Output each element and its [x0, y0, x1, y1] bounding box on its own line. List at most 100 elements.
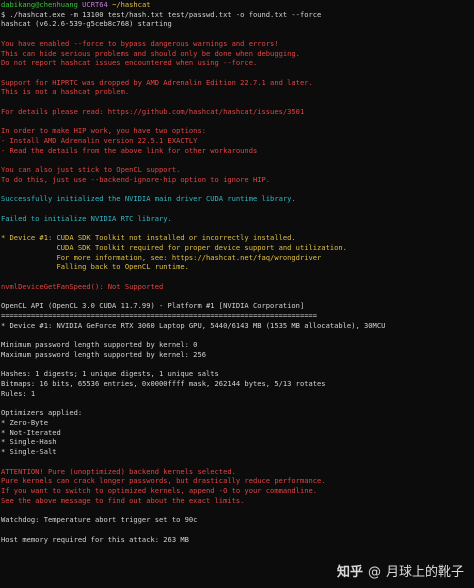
terminal-text: Failed to initialize NVIDIA RTC library. — [1, 213, 172, 223]
terminal-text: * Single-Salt — [1, 447, 57, 457]
terminal-line: Bitmaps: 16 bits, 65536 entries, 0x0000f… — [1, 379, 473, 389]
terminal-line: dabikang@chenhuang UCRT64 ~/hashcat — [1, 0, 473, 10]
terminal-line: Host memory required for this attack: 26… — [1, 535, 473, 545]
terminal-text: This is not a hashcat problem. — [1, 87, 130, 97]
terminal-line: ========================================… — [1, 311, 473, 321]
terminal-text: ~/hashcat — [112, 0, 151, 9]
terminal-text: You can also just stick to OpenCL suppor… — [1, 165, 181, 175]
terminal-line: Pure kernels can crack longer passwords,… — [1, 476, 473, 486]
terminal-text: You have enabled --force to bypass dange… — [1, 38, 279, 48]
terminal-text: Watchdog: Temperature abort trigger set … — [1, 515, 198, 525]
terminal-line: * Device #1: NVIDIA GeForce RTX 3060 Lap… — [1, 321, 473, 331]
terminal-text: In order to make HIP work, you have two … — [1, 126, 206, 136]
terminal-text: Optimizers applied: — [1, 408, 83, 418]
terminal-line: For more information, see: https://hashc… — [1, 253, 473, 263]
terminal-line: Rules: 1 — [1, 389, 473, 399]
terminal-line: This is not a hashcat problem. — [1, 87, 473, 97]
terminal-text: Do not report hashcat issues encountered… — [1, 58, 258, 68]
terminal-line: ATTENTION! Pure (unoptimized) backend ke… — [1, 467, 473, 477]
terminal-text: Host memory required for this attack: 26… — [1, 534, 189, 544]
terminal-line: $ ./hashcat.exe -m 13100 test/hash.txt t… — [1, 10, 473, 20]
terminal-line: * Single-Salt — [1, 447, 473, 457]
terminal-text: Rules: 1 — [1, 388, 36, 398]
terminal-text: If you want to switch to optimized kerne… — [1, 485, 318, 495]
terminal-line: Successfully initialized the NVIDIA main… — [1, 194, 473, 204]
terminal-line: Optimizers applied: — [1, 408, 473, 418]
terminal-line: Watchdog: Temperature abort trigger set … — [1, 515, 473, 525]
terminal-text: * Not-Iterated — [1, 427, 61, 437]
terminal-output[interactable]: dabikang@chenhuang UCRT64 ~/hashcat $ ./h… — [1, 0, 473, 588]
terminal-line: * Device #1: CUDA SDK Toolkit not instal… — [1, 233, 473, 243]
terminal-text: - Read the details from the above link f… — [1, 145, 258, 155]
terminal-line: hashcat (v6.2.6-539-g5ceb8c768) starting — [1, 19, 473, 29]
terminal-text: hashcat (v6.2.6-539-g5ceb8c768) starting — [1, 19, 172, 29]
terminal-line: OpenCL API (OpenCL 3.0 CUDA 11.7.99) - P… — [1, 301, 473, 311]
terminal-text: For more information, see: https://hashc… — [1, 252, 322, 262]
terminal-line: - Install AMD Adrenalin version 22.5.1 E… — [1, 136, 473, 146]
terminal-line: You have enabled --force to bypass dange… — [1, 39, 473, 49]
terminal-line: * Zero-Byte — [1, 418, 473, 428]
terminal-line: Do not report hashcat issues encountered… — [1, 58, 473, 68]
terminal-line: You can also just stick to OpenCL suppor… — [1, 165, 473, 175]
terminal-text: Bitmaps: 16 bits, 65536 entries, 0x0000f… — [1, 379, 326, 389]
terminal-line: nvmlDeviceGetFanSpeed(): Not Supported — [1, 282, 473, 292]
terminal-text: For details please read: https://github.… — [1, 106, 305, 116]
terminal-line: In order to make HIP work, you have two … — [1, 126, 473, 136]
watermark-author: 月球上的靴子 — [385, 565, 464, 581]
terminal-line: Support for HIPRTC was dropped by AMD Ad… — [1, 78, 473, 88]
terminal-line: See the above message to find out about … — [1, 496, 473, 506]
terminal-line: Maximum password length supported by ker… — [1, 350, 473, 360]
terminal-line: CUDA SDK Toolkit required for proper dev… — [1, 243, 473, 253]
terminal-line: * Single-Hash — [1, 437, 473, 447]
terminal-text: Successfully initialized the NVIDIA main… — [1, 194, 296, 204]
terminal-text: UCRT64 — [82, 0, 113, 9]
terminal-text: ========================================… — [1, 311, 318, 320]
terminal-text: nvmlDeviceGetFanSpeed(): Not Supported — [1, 281, 164, 291]
terminal-line: * Not-Iterated — [1, 428, 473, 438]
terminal-line: Minimum password length supported by ker… — [1, 340, 473, 350]
terminal-line: Failed to initialize NVIDIA RTC library. — [1, 214, 473, 224]
terminal-line: Falling back to OpenCL runtime. — [1, 262, 473, 272]
terminal-text: dabikang@chenhuang — [1, 0, 83, 9]
terminal-text: * Zero-Byte — [1, 417, 48, 427]
terminal-text: Falling back to OpenCL runtime. — [1, 262, 189, 272]
terminal-line: To do this, just use --backend-ignore-hi… — [1, 175, 473, 185]
terminal-text: * Device #1: NVIDIA GeForce RTX 3060 Lap… — [1, 320, 386, 330]
terminal-text: To do this, just use --backend-ignore-hi… — [1, 174, 271, 184]
terminal-text: Pure kernels can crack longer passwords,… — [1, 476, 326, 486]
terminal-text: Hashes: 1 digests; 1 unique digests, 1 u… — [1, 369, 219, 379]
terminal-text: * Device #1: CUDA SDK Toolkit not instal… — [1, 233, 296, 243]
watermark-separator: @ — [367, 565, 381, 581]
terminal-text: This can hide serious problems and shoul… — [1, 48, 300, 58]
terminal-text: CUDA SDK Toolkit required for proper dev… — [1, 242, 347, 252]
terminal-text: See the above message to find out about … — [1, 495, 245, 505]
watermark-brand: 知乎 — [336, 565, 363, 581]
terminal-text: $ ./hashcat.exe -m 13100 test/hash.txt t… — [1, 9, 322, 19]
terminal-text: Maximum password length supported by ker… — [1, 349, 206, 359]
terminal-text: - Install AMD Adrenalin version 22.5.1 E… — [1, 136, 198, 146]
terminal-line: Hashes: 1 digests; 1 unique digests, 1 u… — [1, 369, 473, 379]
terminal-text: Support for HIPRTC was dropped by AMD Ad… — [1, 77, 313, 87]
terminal-line: If you want to switch to optimized kerne… — [1, 486, 473, 496]
terminal-line: This can hide serious problems and shoul… — [1, 49, 473, 59]
zhihu-watermark: 知乎 @ 月球上的靴子 — [336, 565, 464, 581]
terminal-line: For details please read: https://github.… — [1, 107, 473, 117]
terminal-text: Minimum password length supported by ker… — [1, 340, 198, 350]
terminal-text: * Single-Hash — [1, 437, 57, 447]
terminal-line: - Read the details from the above link f… — [1, 146, 473, 156]
terminal-text: OpenCL API (OpenCL 3.0 CUDA 11.7.99) - P… — [1, 301, 305, 311]
